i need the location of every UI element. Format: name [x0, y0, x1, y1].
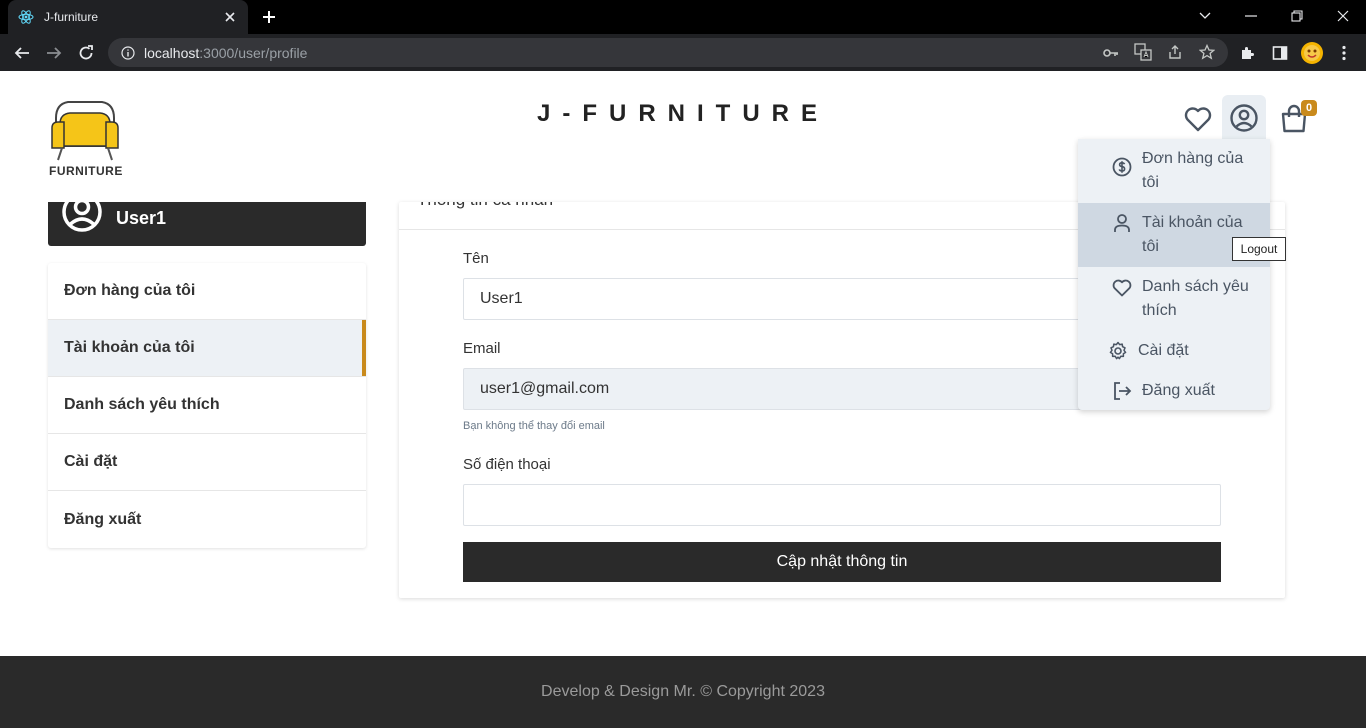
back-arrow-icon[interactable] — [10, 41, 34, 65]
cart-count-badge: 0 — [1301, 100, 1317, 116]
new-tab-icon[interactable] — [258, 6, 280, 28]
sidebar-item-settings[interactable]: Cài đặt — [48, 434, 366, 491]
email-label: Email — [463, 340, 501, 357]
brand-title[interactable]: J-FURNITURE — [0, 100, 1366, 128]
sidebar-item-wishlist[interactable]: Danh sách yêu thích — [48, 377, 366, 434]
wishlist-heart-icon[interactable] — [1176, 97, 1220, 141]
kebab-menu-icon[interactable] — [1334, 43, 1354, 63]
account-icon[interactable] — [1222, 95, 1266, 141]
profile-avatar[interactable] — [1301, 42, 1323, 64]
phone-label: Số điện thoại — [463, 456, 551, 473]
heart-icon — [1111, 277, 1133, 299]
logout-tooltip: Logout — [1232, 237, 1286, 261]
sidebar-item-logout[interactable]: Đăng xuất — [48, 491, 366, 548]
browser-tab[interactable]: J-furniture — [8, 0, 248, 34]
card-title: Thông tin cá nhân — [417, 202, 553, 210]
copyright-text: Develop & Design Mr. © Copyright 2023 — [541, 683, 825, 700]
browser-tabbar: J-furniture — [0, 0, 1366, 34]
restore-icon[interactable] — [1286, 6, 1308, 26]
tab-title: J-furniture — [44, 10, 99, 24]
url-host: localhost — [144, 44, 200, 61]
sidebar-item-orders[interactable]: Đơn hàng của tôi — [48, 263, 366, 320]
sidebar-item-account[interactable]: Tài khoản của tôi — [48, 320, 366, 377]
name-label: Tên — [463, 250, 489, 267]
update-info-button[interactable]: Cập nhật thông tin — [463, 542, 1221, 582]
forward-arrow-icon[interactable] — [42, 41, 66, 65]
key-icon[interactable] — [1102, 44, 1120, 62]
gear-icon — [1107, 340, 1129, 362]
email-help-text: Bạn không thể thay đổi email — [463, 420, 605, 432]
browser-toolbar: localhost:3000/user/profile — [0, 34, 1366, 71]
reload-icon[interactable] — [74, 41, 98, 65]
dropdown-label: Đơn hàng của tôi — [1142, 150, 1244, 191]
dropdown-label: Danh sách yêu thích — [1142, 278, 1249, 319]
translate-icon[interactable] — [1134, 43, 1152, 61]
account-dropdown: Đơn hàng của tôi Tài khoản của tôi Danh … — [1078, 139, 1270, 410]
chevron-down-icon[interactable] — [1194, 6, 1216, 26]
user-card: User1 — [48, 202, 366, 246]
puzzle-icon[interactable] — [1238, 43, 1258, 63]
close-icon[interactable] — [222, 9, 238, 25]
star-icon[interactable] — [1198, 43, 1216, 61]
user-name: User1 — [116, 208, 167, 228]
address-bar[interactable]: localhost:3000/user/profile — [108, 38, 1228, 67]
dropdown-label: Cài đặt — [1138, 342, 1189, 359]
logout-icon — [1111, 380, 1133, 402]
account-menu: Đơn hàng của tôi Tài khoản của tôi Danh … — [48, 263, 366, 548]
dropdown-item-wishlist[interactable]: Danh sách yêu thích — [1078, 275, 1270, 331]
footer: Develop & Design Mr. © Copyright 2023 — [0, 656, 1366, 728]
dollar-circle-icon — [1111, 156, 1133, 178]
dropdown-item-logout[interactable]: Đăng xuất — [1078, 379, 1270, 403]
url-text: localhost:3000/user/profile — [144, 45, 307, 61]
close-window-icon[interactable] — [1332, 6, 1354, 26]
url-path: :3000/user/profile — [199, 44, 308, 61]
dropdown-label: Đăng xuất — [1142, 382, 1215, 399]
side-panel-icon[interactable] — [1270, 43, 1290, 63]
share-icon[interactable] — [1166, 43, 1184, 61]
user-avatar-icon — [60, 202, 104, 234]
dropdown-item-settings[interactable]: Cài đặt — [1078, 339, 1270, 363]
info-icon[interactable] — [120, 45, 136, 61]
react-icon — [18, 9, 34, 25]
dropdown-item-orders[interactable]: Đơn hàng của tôi — [1078, 147, 1270, 203]
minimize-icon[interactable] — [1240, 6, 1262, 26]
logo-text: FURNITURE — [49, 164, 123, 178]
phone-input[interactable] — [463, 484, 1221, 526]
user-icon — [1111, 212, 1133, 234]
